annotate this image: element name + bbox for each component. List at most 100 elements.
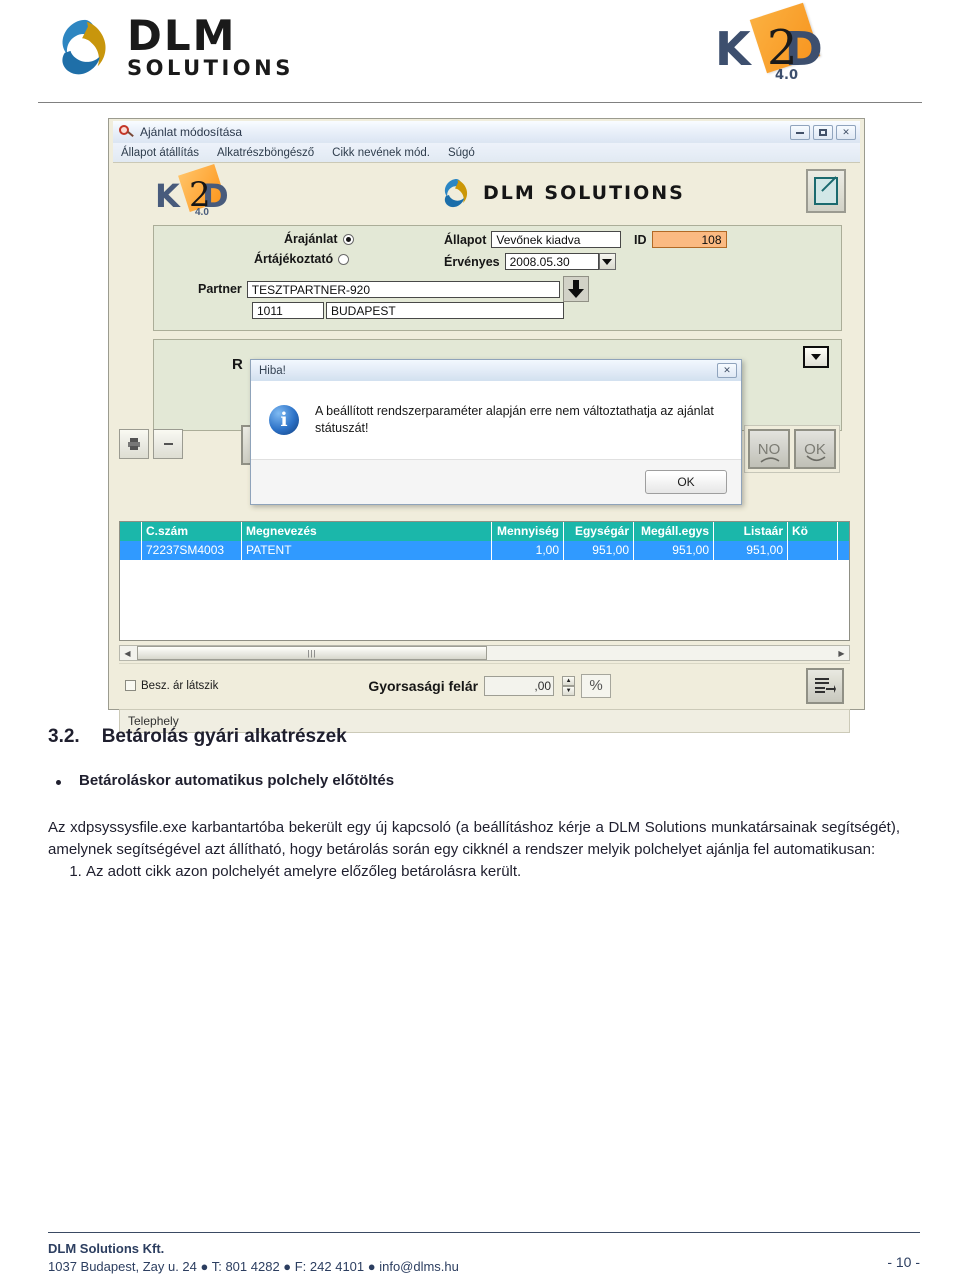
label-allapot: Állapot [444, 232, 487, 247]
row-megnevezes: PATENT [242, 541, 492, 560]
grid-horizontal-scrollbar[interactable]: ◀ ||| ▶ [119, 645, 850, 661]
export-list-icon [815, 677, 836, 693]
grid-header-megnevezes[interactable]: Megnevezés [242, 522, 492, 541]
no-button[interactable]: NO [748, 429, 790, 469]
page-header: DLM SOLUTIONS K2D 2 4.0 [0, 0, 960, 103]
stepper-up-icon[interactable]: ▲ [562, 675, 576, 686]
label-partner: Partner [198, 282, 242, 296]
info-icon: i [269, 405, 299, 435]
purchase-price-visible-checkbox-wrap[interactable]: Besz. ár látszik [125, 680, 218, 692]
row-mennyiseg: 1,00 [492, 541, 564, 560]
dialog-close-button[interactable]: ✕ [717, 363, 737, 378]
price-info-row: Ártájékoztató [254, 252, 350, 266]
window-controls: ✕ [790, 124, 856, 140]
valid-row: Érvényes 2008.05.30 [444, 253, 616, 270]
grid-header-listaar[interactable]: Listaár [714, 522, 788, 541]
footer-company: DLM Solutions Kft. [48, 1241, 165, 1256]
zip-field[interactable]: 1011 [252, 302, 324, 319]
table-row[interactable]: 72237SM4003 PATENT 1,00 951,00 951,00 95… [120, 541, 849, 560]
maximize-button[interactable] [813, 124, 833, 140]
left-toolbar [119, 429, 183, 459]
minus-button[interactable] [153, 429, 183, 459]
dialog-footer: OK [251, 459, 741, 504]
dialog-title: Hiba! [259, 364, 286, 377]
dialog-body: i A beállított rendszerparaméter alapján… [251, 381, 741, 459]
quote-form-panel: Árajánlat Ártájékoztató Állapot Vevőnek … [153, 225, 842, 331]
dlm-wordmark-bottom: SOLUTIONS [127, 56, 294, 80]
bullet-dot-icon [56, 780, 61, 785]
close-button[interactable]: ✕ [836, 124, 856, 140]
radio-arajanlat[interactable] [342, 233, 354, 245]
label-arajanlat: Árajánlat [284, 232, 338, 246]
ok-button[interactable]: OK [794, 429, 836, 469]
valid-date-field[interactable]: 2008.05.30 [504, 253, 599, 270]
row-cikkszam: 72237SM4003 [142, 541, 242, 560]
application-body: K2D 2 4.0 DLM SOLUTIONS Árajánlat [113, 162, 860, 733]
row-egysegar: 951,00 [564, 541, 634, 560]
error-dialog: Hiba! ✕ i A beállított rendszerparaméter… [250, 359, 742, 505]
speed-surcharge-input[interactable]: ,00 [484, 675, 555, 696]
dlm-wordmark: DLM SOLUTIONS [127, 15, 305, 80]
edit-note-button[interactable] [806, 169, 846, 213]
status-field[interactable]: Vevőnek kiadva [491, 231, 622, 248]
row-select [120, 541, 142, 560]
grid-header-megall-egys[interactable]: Megáll.egys [634, 522, 714, 541]
footer-divider [48, 1232, 920, 1233]
print-button[interactable] [119, 429, 149, 459]
window-title: Ajánlat módosítása [140, 125, 243, 139]
purchase-price-visible-checkbox[interactable] [125, 680, 136, 691]
dialog-message: A beállított rendszerparaméter alapján e… [315, 404, 714, 435]
grid-header-egysegar[interactable]: Egységár [564, 522, 634, 541]
footer-address: 1037 Budapest, Zay u. 24 ● T: 801 4282 ●… [48, 1259, 459, 1274]
section-number: 3.2. [48, 726, 80, 747]
app-k2d-logo: K2D 2 4.0 [155, 164, 275, 223]
partner-lookup-button[interactable] [562, 276, 589, 302]
row-listaar: 951,00 [714, 541, 788, 560]
valid-date-dropdown-icon[interactable] [598, 253, 616, 270]
label-id: ID [634, 232, 647, 247]
scroll-left-icon[interactable]: ◀ [120, 646, 135, 660]
status-row: Állapot Vevőnek kiadva [444, 231, 622, 248]
app-k2d-version: 4.0 [195, 207, 209, 218]
label-artajekoztato: Ártájékoztató [254, 252, 334, 266]
minimize-button[interactable] [790, 124, 810, 140]
app-dlm-triskelion-icon [444, 179, 468, 208]
city-field[interactable]: BUDAPEST [326, 302, 564, 319]
stepper-down-icon[interactable]: ▼ [562, 685, 576, 696]
speed-surcharge-stepper[interactable]: ▲ ▼ [562, 675, 576, 696]
note-icon [814, 176, 838, 205]
scroll-right-icon[interactable]: ▶ [834, 646, 849, 660]
menu-item-allapot-atallitas[interactable]: Állapot átállítás [121, 147, 199, 159]
down-arrow-icon [567, 280, 584, 298]
speed-surcharge-label: Gyorsasági felár [368, 677, 479, 694]
radio-artajekoztato[interactable] [338, 253, 350, 265]
purchase-price-visible-label: Besz. ár látszik [141, 679, 219, 692]
scrollbar-track[interactable]: ||| [135, 646, 834, 660]
export-list-button[interactable] [806, 667, 844, 704]
dlm-triskelion-icon [62, 19, 106, 75]
dlm-solutions-logo: DLM SOLUTIONS [55, 10, 305, 90]
grid-header-csz[interactable]: C.szám [142, 522, 242, 541]
items-grid[interactable]: C.szám Megnevezés Mennyiség Egységár Meg… [119, 521, 850, 641]
speed-surcharge-group: Gyorsasági felár ,00 ▲ ▼ % [368, 673, 612, 698]
bullet-item: Betároláskor automatikus polchely előtöl… [48, 772, 918, 789]
percent-button[interactable]: % [581, 673, 612, 698]
app-dlm-logo: DLM SOLUTIONS [441, 177, 685, 209]
grid-header-mennyiseg[interactable]: Mennyiség [492, 522, 564, 541]
details-dropdown-button[interactable] [803, 346, 829, 368]
address-row: 1011 BUDAPEST [252, 302, 564, 319]
dialog-ok-button[interactable]: OK [645, 470, 727, 494]
quote-type-row: Árajánlat [284, 232, 354, 246]
menu-item-sugo[interactable]: Súgó [448, 147, 475, 159]
page-number: - 10 - [887, 1254, 920, 1270]
page-title: 3.2. Betárolás gyári alkatrészek [48, 726, 918, 748]
row-megall-egys: 951,00 [634, 541, 714, 560]
partner-field[interactable]: TESZTPARTNER-920 [246, 280, 560, 298]
header-divider [38, 102, 922, 103]
label-r: R [232, 356, 243, 373]
scrollbar-thumb[interactable]: ||| [137, 646, 487, 660]
menu-item-cikk-nevenek-mod[interactable]: Cikk nevének mód. [332, 147, 430, 159]
confirm-toolbar: NO OK [744, 425, 840, 473]
menu-item-alkatreszbongeszo[interactable]: Alkatrészböngésző [217, 147, 314, 159]
grid-header-ko[interactable]: Kö [788, 522, 838, 541]
